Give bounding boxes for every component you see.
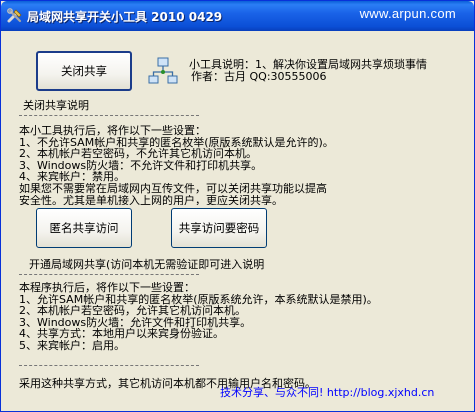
anonymous-share-button[interactable]: 匿名共享访问	[36, 208, 132, 248]
description-line: 如果您不需要常在局域网内互传文件，可以关闭共享功能以提高	[19, 182, 327, 195]
description-line: 1、不允许SAM帐户和共享的匿名枚举(原版系统默认是允许的)。	[19, 136, 334, 149]
network-icon	[148, 57, 178, 84]
close-share-section-title: 关闭共享说明	[23, 99, 89, 112]
close-share-button[interactable]: 关闭共享	[36, 51, 132, 91]
app-window: 局域网共享开关小工具 2010 0429 www.arpun.com 关闭共享 …	[0, 0, 475, 412]
divider	[19, 274, 199, 275]
author-info: 作者：古月 QQ:30555006	[191, 70, 327, 83]
description-line: 安全性。尤其是单机接入上网的用户，更应关闭共享。	[19, 194, 283, 205]
description-line: 3、Windows防火墙：允许文件和打印机共享。	[19, 316, 252, 329]
description-line: 5、来宾帐户：启用。	[19, 339, 125, 352]
description-line: 4、来宾帐户：禁用。	[19, 171, 125, 183]
description-line: 2、本机帐户若空密码，允许其它机访问本机。	[19, 305, 246, 317]
divider	[19, 365, 199, 366]
description-line: 2、本机帐户若空密码，不允许其它机访问本机。	[19, 148, 257, 160]
title-bar[interactable]: 局域网共享开关小工具 2010 0429 www.arpun.com	[1, 1, 474, 31]
open-share-description: 本程序执行后，将作以下一些设置： 1、允许SAM帐户和共享的匿名枚举(原版系统允…	[19, 282, 459, 352]
watermark-text: www.arpun.com	[359, 6, 456, 21]
description-line: 4、共享方式：本地用户以来宾身份验证。	[19, 328, 224, 340]
description-line: 本程序执行后，将作以下一些设置：	[19, 282, 195, 294]
description-line: 3、Windows防火墙：不允许文件和打印机共享。	[19, 159, 263, 172]
description-line: 1、允许SAM帐户和共享的匿名枚举(原版系统允许，本系统默认是禁用)。	[19, 293, 378, 306]
window-title: 局域网共享开关小工具 2010 0429	[27, 10, 223, 24]
open-share-section-title: 开通局域网共享(访问本机无需验证即可进入说明	[29, 258, 265, 271]
divider	[19, 115, 199, 116]
main-panel: 关闭共享 小工具说明：1、解决你设置局域网共享烦琐事情 作者：古月 QQ:305…	[1, 31, 474, 411]
password-share-button[interactable]: 共享访问要密码	[171, 208, 267, 248]
tools-icon	[7, 8, 22, 23]
blog-link[interactable]: 技术分享、与众不同! http://blog.xjxhd.cn	[220, 384, 434, 400]
close-share-description: 本小工具执行后，将作以下一些设置： 1、不允许SAM帐户和共享的匿名枚举(原版系…	[19, 125, 459, 205]
description-line: 本小工具执行后，将作以下一些设置：	[19, 125, 206, 137]
